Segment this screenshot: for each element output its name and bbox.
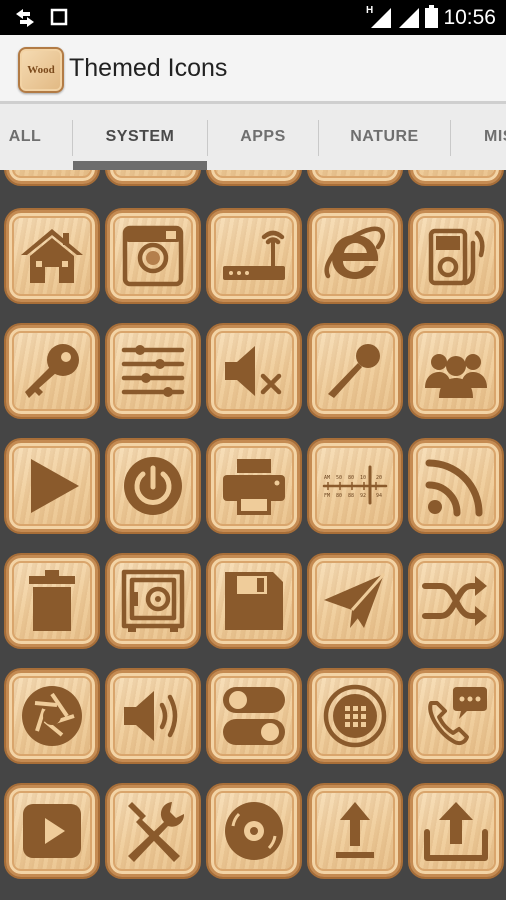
radio-scale-bottom-1: 80 xyxy=(336,493,342,499)
icon-tile-volume[interactable] xyxy=(107,670,199,762)
radio-scale-top-0: AM xyxy=(324,475,330,481)
icon-tile-key[interactable] xyxy=(6,325,98,417)
icon-tile-group[interactable] xyxy=(410,325,502,417)
icon-tile-microphone[interactable] xyxy=(309,325,401,417)
radio-scale-bottom-3: 92 xyxy=(360,493,366,499)
icon-tile-equalizer[interactable] xyxy=(107,325,199,417)
icon-tile-disc[interactable] xyxy=(208,785,300,877)
safe-icon xyxy=(121,569,185,632)
radio-scale-top-1: 50 xyxy=(336,475,342,481)
tab-misc[interactable]: MIS xyxy=(451,104,506,170)
icon-grid: AM 50 80 10 20 FM 80 88 92 94 xyxy=(0,170,506,900)
instagram-icon xyxy=(122,225,184,287)
tab-label: NATURE xyxy=(350,128,419,145)
icon-tile-home[interactable] xyxy=(6,210,98,302)
icon-tile-toggle[interactable] xyxy=(208,670,300,762)
signal-icon xyxy=(371,8,391,28)
tools-icon xyxy=(128,802,185,862)
icon-tile-shuffle[interactable] xyxy=(410,555,502,647)
icon-tile[interactable] xyxy=(6,170,98,184)
icon-tile-phone-chat[interactable] xyxy=(410,670,502,762)
signal-icon-2 xyxy=(399,8,419,28)
trash-icon xyxy=(29,570,75,631)
play-icon xyxy=(31,459,79,513)
key-icon xyxy=(25,344,79,398)
upload-icon xyxy=(336,802,374,858)
radio-tuner-icon: AM 50 80 10 20 FM 80 88 92 94 xyxy=(322,465,388,505)
icon-tile-power[interactable] xyxy=(107,440,199,532)
group-icon xyxy=(425,354,487,398)
power-icon xyxy=(124,457,182,515)
music-player-icon xyxy=(428,228,485,286)
tab-label: SYSTEM xyxy=(105,128,175,145)
battery-icon xyxy=(425,5,438,28)
tab-all[interactable]: ALL xyxy=(0,104,50,170)
icon-tile-music-player[interactable] xyxy=(410,210,502,302)
tab-nature[interactable]: NATURE xyxy=(319,104,450,170)
tab-label: APPS xyxy=(240,128,286,145)
internet-explorer-icon xyxy=(324,226,386,279)
icon-tile-instagram[interactable] xyxy=(107,210,199,302)
icon-tile[interactable] xyxy=(107,170,199,184)
paper-plane-icon xyxy=(324,573,386,628)
icon-tile[interactable] xyxy=(410,170,502,184)
app-bar: Wood Themed Icons xyxy=(0,35,506,104)
radio-scale-top-3: 10 xyxy=(360,475,366,481)
share-icon xyxy=(424,802,488,861)
radio-scale-bottom-0: FM xyxy=(324,493,330,499)
icon-tile-volume-mute[interactable] xyxy=(208,325,300,417)
microphone-icon xyxy=(328,344,380,398)
icon-tile-router[interactable] xyxy=(208,210,300,302)
data-transfer-icon xyxy=(16,9,34,27)
volume-icon xyxy=(124,691,178,741)
icon-tile-paper-plane[interactable] xyxy=(309,555,401,647)
radio-scale-bottom-2: 88 xyxy=(348,493,354,499)
toggle-icon xyxy=(223,687,285,745)
icon-tile-camera-aperture[interactable] xyxy=(6,670,98,762)
app-logo[interactable]: Wood xyxy=(18,47,64,93)
app-logo-text: Wood xyxy=(27,64,55,76)
icon-tile-internet-explorer[interactable] xyxy=(309,210,401,302)
app-drawer-icon xyxy=(323,684,387,748)
router-icon xyxy=(223,230,285,280)
printer-icon xyxy=(223,459,285,515)
shuffle-icon xyxy=(422,576,487,626)
stop-icon xyxy=(50,8,68,26)
radio-scale-top-2: 80 xyxy=(348,475,354,481)
disc-icon xyxy=(225,802,283,860)
icon-tile-printer[interactable] xyxy=(208,440,300,532)
camera-aperture-icon xyxy=(22,686,82,746)
tab-system[interactable]: SYSTEM xyxy=(73,104,207,170)
icon-tile-save[interactable] xyxy=(208,555,300,647)
icon-tile-app-drawer[interactable] xyxy=(309,670,401,762)
phone-chat-icon xyxy=(428,687,487,746)
status-time: 10:56 xyxy=(443,6,496,29)
icon-tile-upload[interactable] xyxy=(309,785,401,877)
icon-tile[interactable] xyxy=(208,170,300,184)
rss-icon xyxy=(425,459,483,517)
save-icon xyxy=(225,572,283,630)
icon-tile-radio-tuner[interactable]: AM 50 80 10 20 FM 80 88 92 94 xyxy=(309,440,401,532)
video-play-icon xyxy=(23,804,81,858)
icon-tile[interactable] xyxy=(309,170,401,184)
icon-tile-trash[interactable] xyxy=(6,555,98,647)
home-icon xyxy=(21,229,83,283)
icon-tile-share[interactable] xyxy=(410,785,502,877)
icon-tile-rss[interactable] xyxy=(410,440,502,532)
radio-scale-bottom-4: 94 xyxy=(376,493,382,499)
icon-tile-safe[interactable] xyxy=(107,555,199,647)
volume-mute-icon xyxy=(225,346,282,396)
tab-label: ALL xyxy=(8,128,42,145)
tab-label: MIS xyxy=(484,128,506,145)
equalizer-icon xyxy=(121,345,185,397)
status-bar: H 10:56 xyxy=(0,0,506,35)
icon-tile-tools[interactable] xyxy=(107,785,199,877)
icon-tile-play[interactable] xyxy=(6,440,98,532)
page-title: Themed Icons xyxy=(69,54,228,82)
tab-bar: ALL SYSTEM APPS NATURE MIS xyxy=(0,104,506,170)
icon-tile-video-play[interactable] xyxy=(6,785,98,877)
tab-apps[interactable]: APPS xyxy=(208,104,318,170)
radio-scale-top-4: 20 xyxy=(376,475,382,481)
